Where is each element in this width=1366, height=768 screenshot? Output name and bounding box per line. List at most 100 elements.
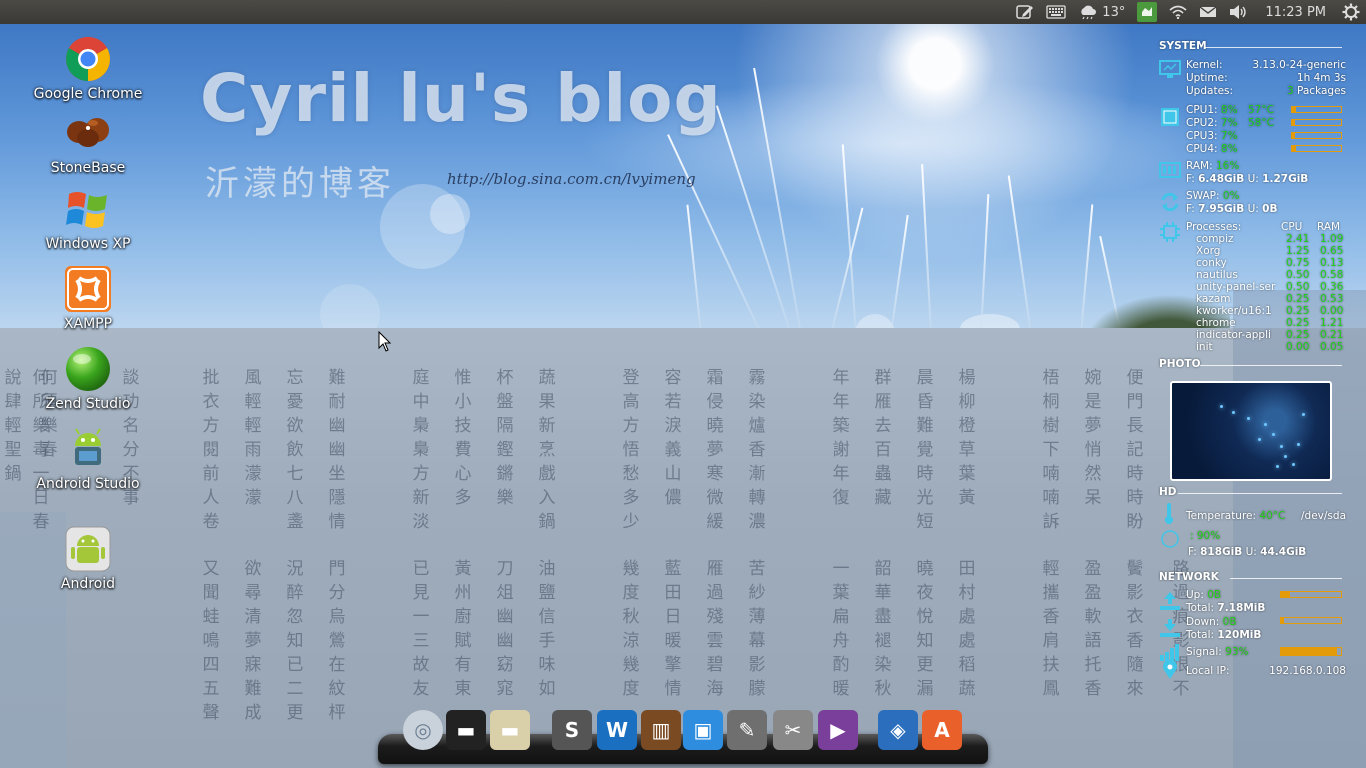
ram-icon xyxy=(1159,162,1181,181)
cpu-temperature: 57°C xyxy=(1248,104,1274,116)
poem-column: 盈盈軟語托香 xyxy=(1084,559,1102,699)
poem-column: 刀俎幽幽窈窕 xyxy=(496,559,514,699)
process-ram: 0.65 xyxy=(1320,245,1344,257)
swap-row: SWAP: 0% xyxy=(1186,190,1240,202)
poem-column: 油鹽信手味如 xyxy=(538,559,556,699)
process-name: Xorg xyxy=(1196,245,1221,257)
net-up-fill xyxy=(1281,592,1290,597)
net-up-label: Up: xyxy=(1186,589,1204,601)
desktop-icon-android-studio[interactable]: Android Studio xyxy=(28,426,148,492)
desktop-icon-label: Google Chrome xyxy=(33,86,143,102)
poem-column: 風輕輕雨濛濛 xyxy=(244,368,262,508)
swap-used-label: U: xyxy=(1247,203,1259,215)
desktop-icon-android[interactable]: Android xyxy=(28,526,148,592)
poem-column: 鬢影衣香隨來 xyxy=(1126,559,1144,699)
poem-column: 惟小技費心多 xyxy=(454,368,472,508)
process-name: compiz xyxy=(1196,233,1234,245)
processes-cpu-header: CPU xyxy=(1281,221,1303,233)
wallpaper-blog-title: Cyril lu's blog xyxy=(200,60,722,137)
swap-free-label: F: xyxy=(1186,203,1195,215)
swap-used: 0B xyxy=(1262,203,1278,215)
updates-label: Updates: xyxy=(1186,85,1234,97)
cpu-temperature: 58°C xyxy=(1248,117,1274,129)
scribus-icon[interactable]: S xyxy=(552,710,592,750)
video-editor-icon[interactable]: ✂ xyxy=(773,710,813,750)
ubuntu-launcher-icon[interactable]: ◎ xyxy=(403,710,443,750)
signal-value: 93% xyxy=(1225,646,1249,658)
keyboard-icon[interactable] xyxy=(1040,0,1072,24)
cpu-label: CPU4: xyxy=(1186,143,1218,155)
volume-icon[interactable] xyxy=(1223,0,1255,24)
poem-column: 門分烏鶯在紋枰 xyxy=(328,559,346,723)
process-ram: 0.58 xyxy=(1320,269,1344,281)
processes-icon xyxy=(1159,222,1181,245)
poem-column: 批衣方閱前人卷 xyxy=(202,368,220,532)
process-name: nautilus xyxy=(1196,269,1238,281)
clock[interactable]: 11:23 PM xyxy=(1255,5,1336,20)
process-cpu: 0.25 xyxy=(1286,329,1310,341)
process-ram: 1.09 xyxy=(1320,233,1344,245)
software-center-icon[interactable]: A xyxy=(922,710,962,750)
library-icon[interactable]: ▥ xyxy=(641,710,681,750)
desktop-icon-label: Android Studio xyxy=(36,476,140,492)
poem-column: 藍田日暖擎情 xyxy=(664,559,682,699)
local-ip-label: Local IP: xyxy=(1186,665,1230,677)
mail-icon[interactable] xyxy=(1193,0,1223,24)
thermometer-icon xyxy=(1164,502,1174,527)
gimp-icon[interactable]: ✎ xyxy=(727,710,767,750)
app-indicator-icon[interactable] xyxy=(1131,0,1163,24)
process-cpu: 0.00 xyxy=(1286,341,1310,353)
desktop-icon-zend-studio[interactable]: Zend Studio xyxy=(28,346,148,412)
process-name: chrome xyxy=(1196,317,1236,329)
hd-detail: F: 818GiB U: 44.4GiB xyxy=(1188,546,1306,558)
virtualbox-icon[interactable]: ◈ xyxy=(878,710,918,750)
session-gear-icon[interactable] xyxy=(1336,0,1366,24)
drive-icon[interactable]: ▬ xyxy=(446,710,486,750)
cpu-bar-fill xyxy=(1292,133,1296,138)
cpu-bar xyxy=(1291,119,1342,126)
poem-column: 苦紗薄幕影朦 xyxy=(748,559,766,699)
updates-suffix: Packages xyxy=(1297,85,1346,97)
desktop-icon-windows-xp[interactable]: Windows XP xyxy=(28,186,148,252)
weather-indicator[interactable]: 13° xyxy=(1072,0,1131,24)
net-down: 0B xyxy=(1222,616,1237,628)
net-up: 0B xyxy=(1207,589,1222,601)
poem-column: 已見一三故友 xyxy=(412,559,430,699)
wps-writer-icon[interactable]: W xyxy=(597,710,637,750)
cpu-bar xyxy=(1291,145,1342,152)
net-up-total: 7.18MiB xyxy=(1217,602,1266,614)
poem-column: 曉夜悅知更漏 xyxy=(916,559,934,699)
wifi-icon[interactable] xyxy=(1163,0,1193,24)
cpu-label: CPU1: xyxy=(1186,104,1218,116)
poem-column: 幾度秋涼幾度 xyxy=(622,559,640,699)
swap-detail: F: 7.95GiB U: 0B xyxy=(1186,203,1277,215)
network-header: NETWORK xyxy=(1159,571,1219,583)
image-viewer-icon[interactable]: ▣ xyxy=(683,710,723,750)
process-cpu: 0.50 xyxy=(1286,281,1310,293)
updates-count: 3 xyxy=(1286,85,1294,97)
drive-2-icon[interactable]: ▬ xyxy=(490,710,530,750)
hd-used-label: U: xyxy=(1245,546,1257,558)
processes-ram-header: RAM xyxy=(1317,221,1341,233)
desktop-icon-xampp[interactable]: XAMPP xyxy=(28,266,148,332)
disk-usage-icon xyxy=(1160,529,1180,552)
media-player-icon[interactable]: ▶ xyxy=(818,710,858,750)
poem-column: 晨昏難覺時光短 xyxy=(916,368,934,532)
kernel-value: 3.13.0-24-generic xyxy=(1252,59,1346,71)
chrome-icon xyxy=(65,36,111,82)
desktop-icon-label: StoneBase xyxy=(50,160,126,176)
ram-free: 6.48GiB xyxy=(1198,173,1245,185)
hd-free: 818GiB xyxy=(1200,546,1243,558)
wallpaper-blog-subtitle: 沂濛的博客 xyxy=(205,164,395,204)
hd-device: /dev/sda xyxy=(1301,510,1346,522)
kernel-label: Kernel: xyxy=(1186,59,1223,71)
edit-icon[interactable] xyxy=(1010,0,1040,24)
zend-icon xyxy=(65,346,111,392)
desktop-icon-google-chrome[interactable]: Google Chrome xyxy=(28,36,148,102)
hd-used: 44.4GiB xyxy=(1260,546,1307,558)
cpu-usage: 8% xyxy=(1220,143,1238,155)
mouse-cursor-icon xyxy=(378,330,392,357)
desktop-icon-label: Windows XP xyxy=(45,236,131,252)
ram-free-label: F: xyxy=(1186,173,1195,185)
desktop-icon-stonebase[interactable]: StoneBase xyxy=(28,110,148,176)
